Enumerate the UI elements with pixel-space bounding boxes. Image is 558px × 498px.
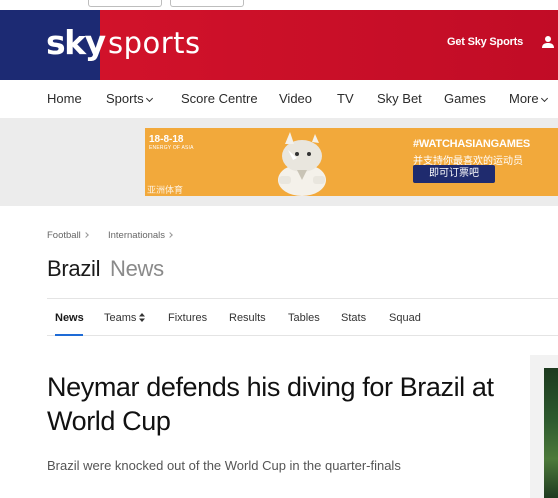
tab-news[interactable]: News	[55, 312, 84, 324]
nav-item-label: Sports	[106, 91, 144, 106]
chevron-down-icon	[540, 94, 548, 103]
ad-cta-button[interactable]: 即可订票吧	[413, 165, 495, 183]
nav-item-sky-bet[interactable]: Sky Bet	[377, 91, 422, 106]
tab-fixtures[interactable]: Fixtures	[168, 312, 207, 324]
tab-label: News	[55, 312, 84, 324]
article-headline[interactable]: Neymar defends his diving for Brazil at …	[47, 370, 517, 438]
ad-hashtag: #WATCHASIANGAMES	[413, 138, 530, 150]
logo-sports[interactable]: sports	[108, 26, 201, 60]
nav-item-label: Score Centre	[181, 91, 258, 106]
tab-stats[interactable]: Stats	[341, 312, 366, 324]
browser-tab-stub[interactable]	[170, 0, 244, 7]
ad-band: 18-8-18 ENERGY OF ASIA #WATCHASIANGAMES …	[0, 118, 558, 206]
user-icon[interactable]	[541, 35, 555, 49]
breadcrumb-item-football[interactable]: Football	[47, 230, 89, 241]
get-sky-sports-link[interactable]: Get Sky Sports	[447, 36, 523, 48]
nav-item-home[interactable]: Home	[47, 91, 82, 106]
tab-label: Tables	[288, 312, 320, 324]
browser-tab-stub[interactable]	[88, 0, 162, 7]
sort-icon	[139, 313, 146, 322]
nav-item-more[interactable]: More	[509, 91, 548, 106]
nav-item-score-centre[interactable]: Score Centre	[181, 91, 258, 106]
site-header: sky sports Get Sky Sports	[0, 10, 558, 80]
tab-results[interactable]: Results	[229, 312, 266, 324]
breadcrumb-label: Internationals	[108, 230, 166, 241]
article-standfirst: Brazil were knocked out of the World Cup…	[47, 458, 401, 473]
browser-top-strip	[0, 0, 558, 10]
tab-label: Stats	[341, 312, 367, 324]
chevron-right-icon	[82, 232, 89, 238]
nav-item-label: Home	[47, 91, 82, 106]
ad-date: 18-8-18	[149, 134, 184, 145]
breadcrumb-label: Football	[47, 230, 81, 241]
nav-item-sports[interactable]: Sports	[106, 91, 153, 106]
nav-item-label: More	[509, 91, 539, 106]
nav-item-games[interactable]: Games	[444, 91, 486, 106]
ad-tagline: ENERGY OF ASIA	[149, 145, 194, 151]
main-nav: Home Sports Score Centre Video TV Sky Be…	[0, 80, 558, 118]
page-title-sub: News	[110, 256, 164, 281]
nav-item-video[interactable]: Video	[279, 91, 312, 106]
breadcrumb-item-internationals[interactable]: Internationals	[108, 230, 173, 241]
rhino-mascot-icon	[278, 132, 326, 196]
section-tabs: News Teams Fixtures Results Tables Stats…	[47, 298, 558, 336]
tab-tables[interactable]: Tables	[288, 312, 320, 324]
chevron-right-icon	[167, 232, 173, 238]
nav-item-tv[interactable]: TV	[337, 91, 354, 106]
ad-corner-text: 亚洲体育	[147, 185, 184, 195]
tab-label: Fixtures	[168, 312, 208, 324]
article-thumbnail-image[interactable]	[544, 368, 558, 498]
tab-teams[interactable]: Teams	[104, 312, 146, 324]
nav-item-label: Sky Bet	[377, 91, 422, 106]
active-tab-indicator	[55, 334, 83, 336]
nav-item-label: TV	[337, 91, 354, 106]
page-title-main: Brazil	[47, 256, 101, 281]
asian-games-ad-banner[interactable]: 18-8-18 ENERGY OF ASIA #WATCHASIANGAMES …	[145, 128, 558, 196]
page-title: Brazil News	[47, 256, 164, 282]
ad-event-logo: 18-8-18 ENERGY OF ASIA	[149, 134, 195, 162]
chevron-down-icon	[145, 94, 153, 103]
nav-item-label: Video	[279, 91, 313, 106]
tab-label: Teams	[104, 312, 137, 324]
tab-label: Results	[229, 312, 266, 324]
nav-item-label: Games	[444, 91, 486, 106]
tab-squad[interactable]: Squad	[389, 312, 421, 324]
logo-sky[interactable]: sky	[46, 23, 106, 62]
tab-label: Squad	[389, 312, 421, 324]
